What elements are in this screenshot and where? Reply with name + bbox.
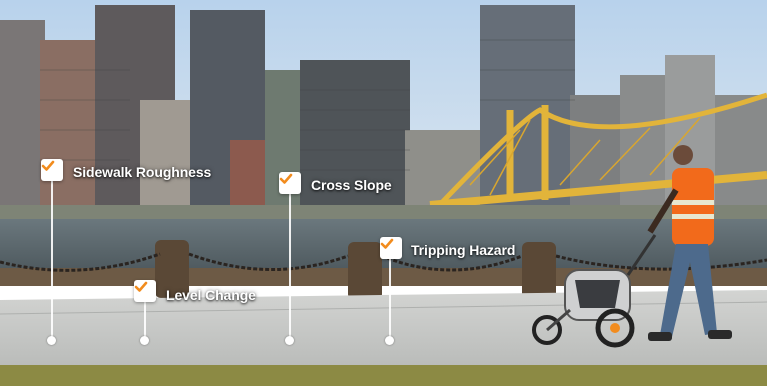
checkmark-icon <box>279 172 301 194</box>
callout-label: Level Change <box>166 287 256 303</box>
callout-anchor-dot <box>285 336 294 345</box>
callout-anchor-dot <box>140 336 149 345</box>
checkmark-icon <box>380 237 402 259</box>
grass <box>0 365 767 386</box>
callout-anchor-dot <box>47 336 56 345</box>
checkmark-icon <box>134 280 156 302</box>
sidewalk <box>0 290 767 372</box>
callout-label: Sidewalk Roughness <box>73 164 212 180</box>
hero-photo: Sidewalk Roughness Cross Slope Tripping … <box>0 0 767 386</box>
callout-label: Cross Slope <box>311 177 392 193</box>
callout-pin-line <box>144 302 146 339</box>
callout-pin-line <box>389 259 391 339</box>
city-riverfront-illustration <box>0 0 767 386</box>
callout-pin-line <box>289 193 291 340</box>
callout-label: Tripping Hazard <box>411 242 516 258</box>
callout-pin-line <box>51 180 53 340</box>
callout-anchor-dot <box>385 336 394 345</box>
checkmark-icon <box>41 159 63 181</box>
